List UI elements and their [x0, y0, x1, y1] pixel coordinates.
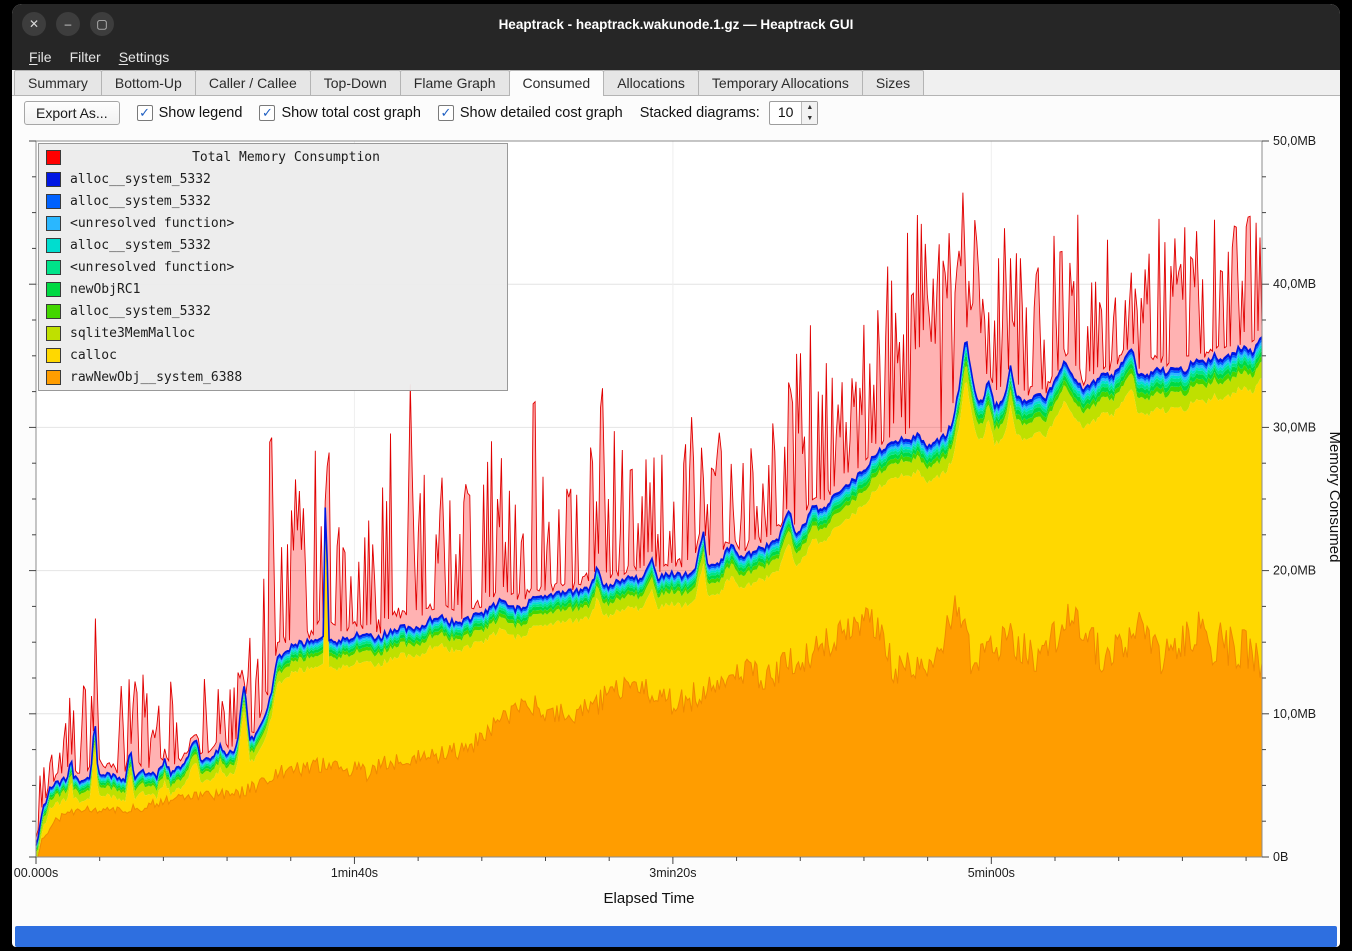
spin-up-icon[interactable]: ▲ — [802, 102, 817, 113]
x-axis-title: Elapsed Time — [604, 890, 695, 907]
legend-label: <unresolved function> — [70, 260, 234, 275]
x-tick-label: 00.000s — [14, 866, 58, 880]
legend-label: alloc__system_5332 — [70, 172, 211, 187]
checkbox-show-total-cost-graph[interactable]: ✓ Show total cost graph — [259, 105, 420, 121]
legend-item: alloc__system_5332 — [39, 234, 507, 256]
minimize-button[interactable]: – — [56, 12, 80, 36]
legend-item: alloc__system_5332 — [39, 168, 507, 190]
legend-item: <unresolved function> — [39, 256, 507, 278]
close-button[interactable]: ✕ — [22, 12, 46, 36]
stacked-diagrams-label: Stacked diagrams: — [640, 105, 760, 121]
tab-flame-graph[interactable]: Flame Graph — [400, 70, 510, 95]
legend-item: alloc__system_5332 — [39, 300, 507, 322]
tab-bottom-up[interactable]: Bottom-Up — [101, 70, 196, 95]
maximize-button[interactable]: ▢ — [90, 12, 114, 36]
y-tick-label: 40,0MB — [1273, 277, 1316, 291]
checkbox-show-legend[interactable]: ✓ Show legend — [137, 105, 243, 121]
legend-item: calloc — [39, 344, 507, 366]
toolbar: Export As... ✓ Show legend ✓ Show total cos… — [12, 96, 1340, 130]
y-axis-title: Memory Consumed — [1326, 432, 1340, 563]
legend-swatch — [46, 172, 61, 187]
y-tick-label: 10,0MB — [1273, 707, 1316, 721]
legend-item: alloc__system_5332 — [39, 190, 507, 212]
legend-label: alloc__system_5332 — [70, 304, 211, 319]
legend-swatch — [46, 260, 61, 275]
chart-legend: Total Memory Consumption alloc__system_53… — [38, 143, 508, 391]
y-tick-label: 0B — [1273, 850, 1288, 864]
legend-item: rawNewObj__system_6388 — [39, 366, 507, 388]
app-window: ✕ – ▢ Heaptrack - heaptrack.wakunode.1.g… — [12, 4, 1340, 947]
window-titlebar: ✕ – ▢ Heaptrack - heaptrack.wakunode.1.g… — [12, 4, 1340, 44]
legend-swatch — [46, 348, 61, 363]
window-controls: ✕ – ▢ — [22, 12, 114, 36]
tab-caller-callee[interactable]: Caller / Callee — [195, 70, 311, 95]
menu-file[interactable]: File — [20, 47, 61, 67]
legend-label: alloc__system_5332 — [70, 194, 211, 209]
legend-swatch — [46, 150, 61, 165]
tab-consumed[interactable]: Consumed — [509, 70, 605, 96]
legend-swatch — [46, 304, 61, 319]
x-tick-label: 5min00s — [968, 866, 1015, 880]
legend-swatch — [46, 238, 61, 253]
y-tick-label: 30,0MB — [1273, 420, 1316, 434]
stacked-diagrams-spinbox[interactable]: 10 ▲ ▼ — [769, 101, 819, 125]
x-tick-label: 1min40s — [331, 866, 378, 880]
tab-bar: SummaryBottom-UpCaller / CalleeTop-DownF… — [12, 70, 1340, 96]
spinbox-arrows: ▲ ▼ — [801, 102, 817, 124]
bottom-progress-strip — [15, 926, 1337, 947]
checkbox-icon[interactable]: ✓ — [259, 105, 275, 121]
checkbox-label: Show detailed cost graph — [460, 105, 623, 121]
legend-label: <unresolved function> — [70, 216, 234, 231]
tab-top-down[interactable]: Top-Down — [310, 70, 401, 95]
x-tick-label: 3min20s — [649, 866, 696, 880]
spin-down-icon[interactable]: ▼ — [802, 113, 817, 124]
export-as-button[interactable]: Export As... — [24, 101, 120, 125]
checkbox-label: Show total cost graph — [281, 105, 420, 121]
tab-allocations[interactable]: Allocations — [603, 70, 699, 95]
menu-settings[interactable]: Settings — [110, 47, 179, 67]
checkbox-icon[interactable]: ✓ — [438, 105, 454, 121]
legend-label: sqlite3MemMalloc — [70, 326, 195, 341]
legend-label: calloc — [70, 348, 117, 363]
maximize-icon: ▢ — [96, 18, 107, 30]
tab-temporary-allocations[interactable]: Temporary Allocations — [698, 70, 863, 95]
legend-swatch — [46, 216, 61, 231]
menubar: FileFilterSettings — [12, 44, 1340, 70]
legend-label: newObjRC1 — [70, 282, 140, 297]
legend-swatch — [46, 194, 61, 209]
y-tick-label: 20,0MB — [1273, 564, 1316, 578]
legend-label: alloc__system_5332 — [70, 238, 211, 253]
legend-swatch — [46, 282, 61, 297]
legend-title: Total Memory Consumption — [70, 150, 502, 165]
tab-sizes[interactable]: Sizes — [862, 70, 924, 95]
legend-item: newObjRC1 — [39, 278, 507, 300]
window-title: Heaptrack - heaptrack.wakunode.1.gz — He… — [12, 17, 1340, 32]
tab-summary[interactable]: Summary — [14, 70, 102, 95]
checkbox-show-detailed-cost-graph[interactable]: ✓ Show detailed cost graph — [438, 105, 623, 121]
minimize-icon: – — [65, 18, 72, 30]
y-tick-label: 50,0MB — [1273, 134, 1316, 148]
spinbox-value[interactable]: 10 — [770, 102, 802, 124]
legend-item: sqlite3MemMalloc — [39, 322, 507, 344]
legend-swatch — [46, 326, 61, 341]
legend-label: rawNewObj__system_6388 — [70, 370, 242, 385]
close-icon: ✕ — [29, 18, 39, 30]
menu-filter[interactable]: Filter — [61, 47, 110, 67]
legend-item: <unresolved function> — [39, 212, 507, 234]
checkbox-group: ✓ Show legend ✓ Show total cost graph ✓ Show … — [137, 105, 623, 121]
legend-title-row: Total Memory Consumption — [39, 146, 507, 168]
checkbox-label: Show legend — [159, 105, 243, 121]
chart-region: 0B 10,0MB 20,0MB 30,0MB 40,0MB 50,0MB 00.000s 1… — [12, 130, 1340, 908]
checkbox-icon[interactable]: ✓ — [137, 105, 153, 121]
legend-swatch — [46, 370, 61, 385]
